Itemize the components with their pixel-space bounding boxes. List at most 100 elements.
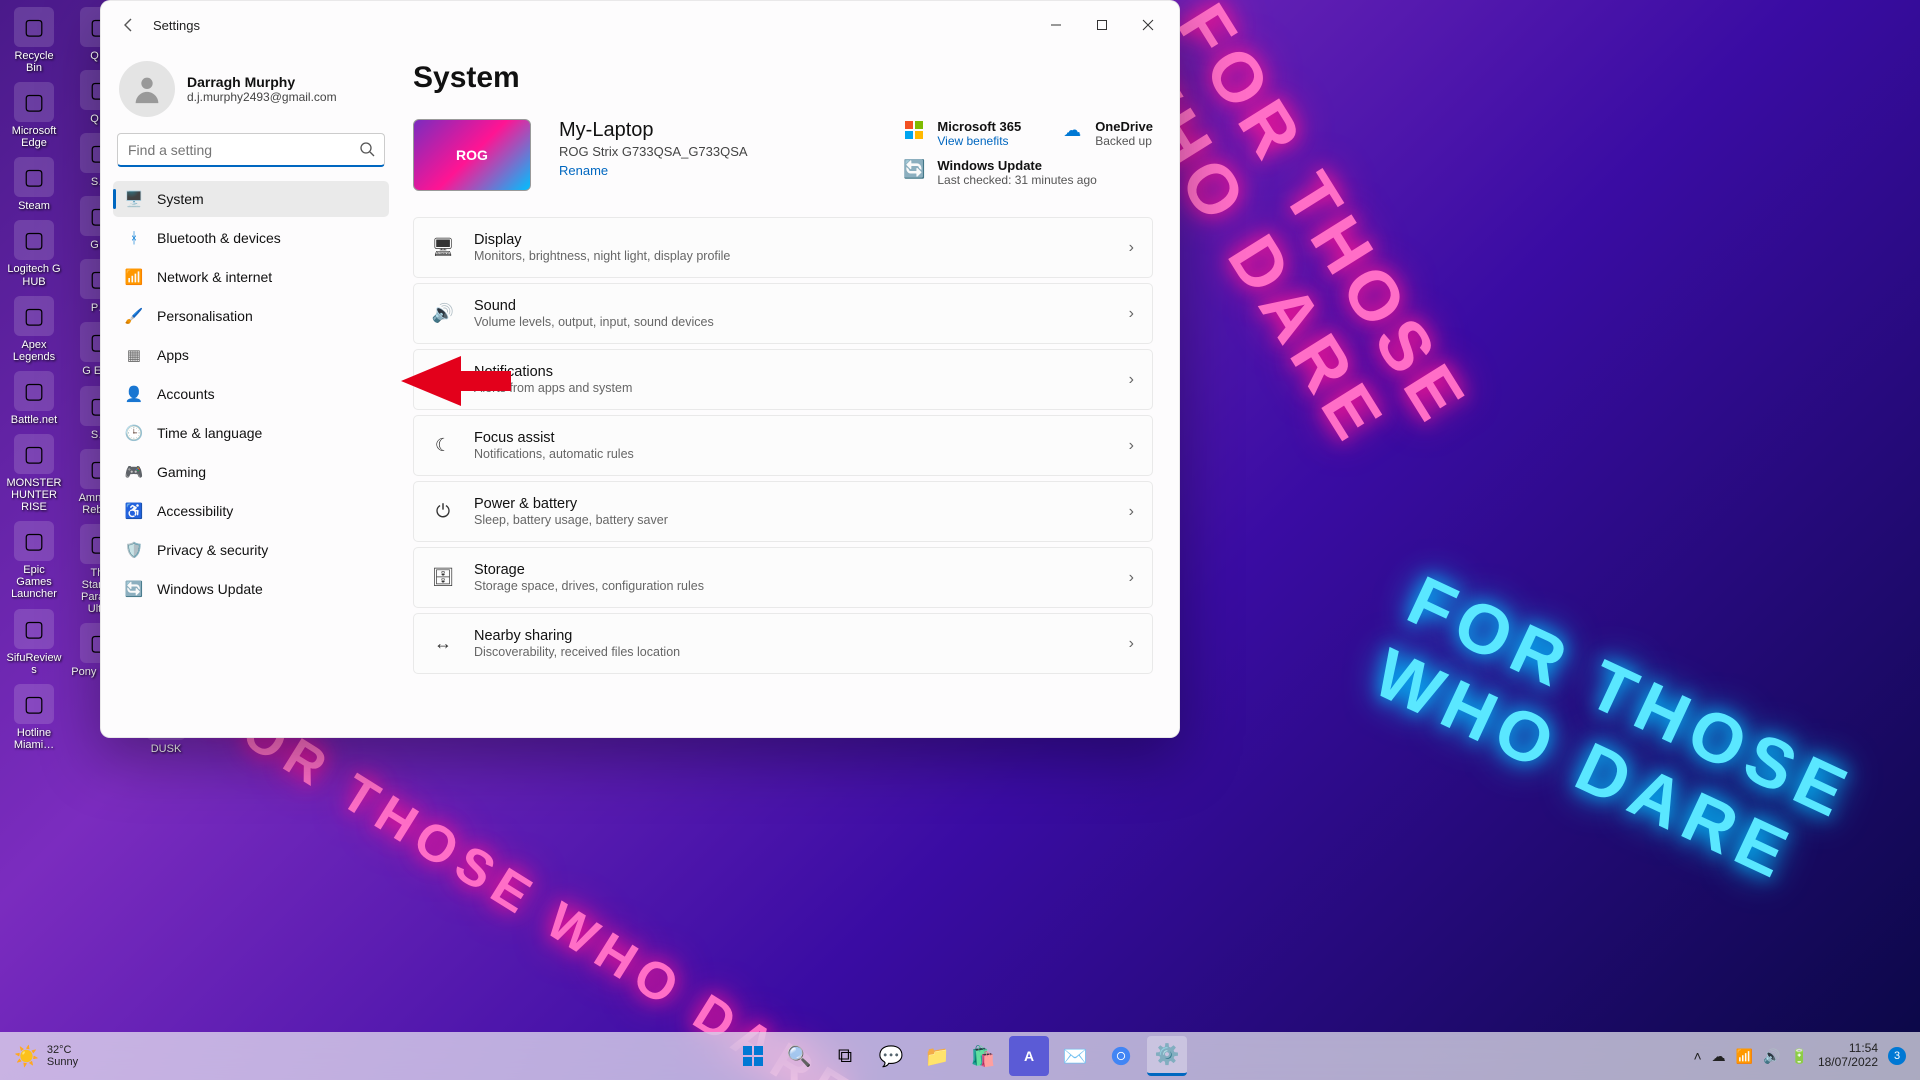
maximize-button[interactable] [1079, 9, 1125, 41]
start-button[interactable] [733, 1036, 773, 1076]
nav-label: Bluetooth & devices [157, 230, 281, 246]
store-button[interactable]: 🛍️ [963, 1036, 1003, 1076]
back-button[interactable] [109, 5, 149, 45]
app-icon: ▢ [14, 157, 54, 197]
card-title: Notifications [474, 364, 632, 380]
close-button[interactable] [1125, 9, 1171, 41]
profile-name: Darragh Murphy [187, 74, 337, 90]
settings-card-notifications[interactable]: 🔔NotificationsAlerts from apps and syste… [413, 349, 1153, 410]
device-name: My-Laptop [559, 119, 748, 142]
rename-link[interactable]: Rename [559, 163, 608, 178]
nav-label: Time & language [157, 425, 262, 441]
card-icon: ☾ [432, 435, 454, 456]
settings-card-power-battery[interactable]: ⏻Power & batterySleep, battery usage, ba… [413, 481, 1153, 542]
desktop-icon[interactable]: ▢Logitech G HUB [5, 218, 63, 289]
sidebar-item-apps[interactable]: ▦Apps [113, 337, 389, 373]
taskbar: ☀️ 32°C Sunny 🔍 ⧉ 💬 📁 🛍️ A ✉️ ⚙️ ˄ ☁ 📶 🔊… [0, 1032, 1920, 1080]
sidebar-item-accessibility[interactable]: ♿Accessibility [113, 493, 389, 529]
onedrive-tray-icon[interactable]: ☁ [1712, 1048, 1726, 1065]
weather-widget[interactable]: ☀️ 32°C Sunny [0, 1044, 78, 1069]
sidebar-item-accounts[interactable]: 👤Accounts [113, 376, 389, 412]
nav-icon: 🕒 [125, 424, 143, 442]
app-icon: ▢ [14, 296, 54, 336]
card-title: Storage [474, 562, 704, 578]
wifi-icon[interactable]: 📶 [1736, 1048, 1753, 1065]
desktop-icon[interactable]: ▢ Apex Legends [5, 294, 63, 365]
desktop-icon[interactable]: ▢Hotline Miami… [5, 682, 63, 753]
desktop-icon-label: Apex Legends [5, 339, 63, 363]
nav-label: Gaming [157, 464, 206, 480]
status-m365[interactable]: Microsoft 365View benefits [903, 119, 1021, 148]
desktop-icon-label: Microsoft Edge [5, 125, 63, 149]
desktop-icon[interactable]: ▢Steam [5, 155, 63, 214]
card-icon: ↔ [432, 633, 454, 654]
profile-block[interactable]: Darragh Murphy d.j.murphy2493@gmail.com [113, 49, 389, 133]
sidebar-item-system[interactable]: 🖥️System [113, 181, 389, 217]
nav-icon: ♿ [125, 502, 143, 520]
desktop-icon-label: Battle.net [5, 414, 63, 426]
settings-card-display[interactable]: 🖥DisplayMonitors, brightness, night ligh… [413, 217, 1153, 278]
device-thumbnail: ROG [413, 119, 531, 191]
app-button-1[interactable]: A [1009, 1036, 1049, 1076]
status-update[interactable]: 🔄 Windows UpdateLast checked: 31 minutes… [903, 158, 1153, 187]
nav-icon: 🔄 [125, 580, 143, 598]
card-title: Power & battery [474, 496, 668, 512]
card-title: Sound [474, 298, 714, 314]
desktop-icon[interactable]: ▢ Microsoft Edge [5, 80, 63, 151]
sidebar-item-time-language[interactable]: 🕒 Time & language [113, 415, 389, 451]
app-icon: ▢ [14, 82, 54, 122]
app-icon: ▢ [14, 7, 54, 47]
sidebar-item-network-internet[interactable]: 📶Network & internet [113, 259, 389, 295]
app-icon: ▢ [14, 521, 54, 561]
card-desc: Sleep, battery usage, battery saver [474, 513, 668, 527]
minimize-button[interactable] [1033, 9, 1079, 41]
chrome-button[interactable] [1101, 1036, 1141, 1076]
desktop-icon[interactable]: ▢Epic Games Launcher [5, 519, 63, 602]
volume-icon[interactable]: 🔊 [1763, 1048, 1780, 1065]
card-desc: Alerts from apps and system [474, 381, 632, 395]
settings-card-storage[interactable]: 🗄StorageStorage space, drives, configura… [413, 547, 1153, 608]
nav-label: Windows Update [157, 581, 263, 597]
mail-button[interactable]: ✉️ [1055, 1036, 1095, 1076]
desktop-icon[interactable]: ▢Recycle Bin [5, 5, 63, 76]
explorer-button[interactable]: 📁 [917, 1036, 957, 1076]
system-tray[interactable]: ˄ ☁ 📶 🔊 🔋 [1693, 1048, 1808, 1065]
weather-temp: 32°C [47, 1044, 78, 1056]
settings-window: Settings Darragh Murphy d.j.murphy2493@g… [100, 0, 1180, 738]
desktop-icon[interactable]: ▢MONSTER HUNTER RISE [5, 432, 63, 515]
chevron-right-icon: › [1129, 239, 1134, 257]
titlebar: Settings [101, 1, 1179, 49]
card-desc: Discoverability, received files location [474, 645, 680, 659]
sidebar-item-personalisation[interactable]: 🖌️Personalisation [113, 298, 389, 334]
taskbar-clock[interactable]: 11:54 18/07/2022 [1818, 1042, 1878, 1070]
desktop-icon[interactable]: ▢Battle.net [5, 369, 63, 428]
card-title: Focus assist [474, 430, 634, 446]
notification-badge[interactable]: 3 [1888, 1047, 1906, 1065]
settings-card-nearby-sharing[interactable]: ↔ Nearby sharingDiscoverability, received… [413, 613, 1153, 674]
app-icon: ▢ [14, 684, 54, 724]
sidebar-item-privacy-security[interactable]: 🛡️Privacy & security [113, 532, 389, 568]
nav-icon: 🖌️ [125, 307, 143, 325]
sidebar-item-windows-update[interactable]: 🔄 Windows Update [113, 571, 389, 607]
desktop-icon-label: DUSK [137, 743, 195, 755]
settings-card-sound[interactable]: 🔊SoundVolume levels, output, input, soun… [413, 283, 1153, 344]
settings-card-focus-assist[interactable]: ☾ Focus assistNotifications, automatic ru… [413, 415, 1153, 476]
sidebar-item-gaming[interactable]: 🎮Gaming [113, 454, 389, 490]
chevron-up-icon[interactable]: ˄ [1693, 1048, 1701, 1064]
chat-button[interactable]: 💬 [871, 1036, 911, 1076]
desktop-icon[interactable]: ▢SifuReviews [5, 607, 63, 678]
search-input[interactable] [117, 133, 385, 167]
battery-icon[interactable]: 🔋 [1791, 1048, 1808, 1065]
system-hero: ROG My-Laptop ROG Strix G733QSA_G733QSA … [413, 119, 1153, 191]
sidebar-item-bluetooth-devices[interactable]: ᚼ Bluetooth & devices [113, 220, 389, 256]
taskview-button[interactable]: ⧉ [825, 1036, 865, 1076]
settings-button[interactable]: ⚙️ [1147, 1036, 1187, 1076]
card-desc: Monitors, brightness, night light, displ… [474, 249, 730, 263]
search-button[interactable]: 🔍 [779, 1036, 819, 1076]
nav-label: Accounts [157, 386, 215, 402]
card-title: Nearby sharing [474, 628, 680, 644]
nav-icon: ᚼ [125, 229, 143, 247]
card-desc: Notifications, automatic rules [474, 447, 634, 461]
status-onedrive[interactable]: ☁ OneDriveBacked up [1061, 119, 1153, 148]
nav-icon: 🖥️ [125, 190, 143, 208]
